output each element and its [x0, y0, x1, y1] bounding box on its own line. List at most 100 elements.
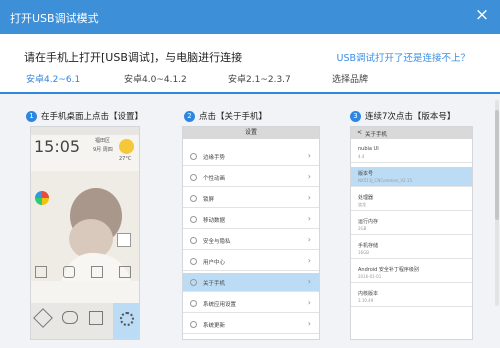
app-icon[interactable]: [117, 233, 131, 247]
settings-item-label: 移动数据: [203, 218, 226, 224]
chevron-right-icon: ›: [307, 214, 311, 223]
phone-about-screen: < 关于手机 nubia UI 4.4 版本号 NX511J_CNCommon_V2.…: [350, 126, 473, 340]
settings-header-bar: 设置: [183, 127, 319, 139]
tab-android-4-2[interactable]: 安卓4.2~6.1: [26, 72, 80, 85]
tab-android-2-1[interactable]: 安卓2.1~2.3.7: [228, 72, 291, 85]
date-label: 9月 周四: [93, 147, 113, 153]
back-icon[interactable]: <: [357, 129, 362, 136]
about-item-value: 3.10.49: [358, 298, 374, 303]
chevron-right-icon: ›: [307, 256, 311, 265]
app-grid: [31, 262, 139, 302]
phone-home-screen: 15:05 福田区 9月 周四 27°C: [30, 126, 140, 340]
step-text: 在手机桌面上点击【设置】: [41, 112, 144, 122]
store-icon[interactable]: [91, 266, 103, 278]
window-title: 打开USB调试模式: [10, 12, 99, 25]
close-icon[interactable]: ×: [472, 5, 492, 25]
about-item[interactable]: 版本号 NX511J_CNCommon_V2.15: [351, 167, 472, 187]
grid-app-icon[interactable]: [35, 266, 47, 278]
chevron-right-icon: ›: [307, 298, 311, 307]
settings-item[interactable]: 系统更新 ›: [183, 315, 319, 334]
calculator-icon[interactable]: [119, 266, 131, 278]
chat-icon[interactable]: [62, 311, 78, 324]
phone-settings-screen: 设置 边缘手势 › 个性动画 › 锁屏 › 移动数据 › 安全与隐私 › 用户中心 › 关于手机 › 系统应…: [182, 126, 320, 340]
about-item-value: 2GB: [358, 226, 367, 231]
chevron-right-icon: ›: [307, 235, 311, 244]
scrollbar-thumb[interactable]: [495, 110, 499, 220]
settings-item-icon: [190, 153, 197, 160]
square-icon[interactable]: [89, 311, 103, 325]
about-header-bar: < 关于手机: [351, 127, 472, 139]
scrollbar[interactable]: [495, 100, 499, 306]
about-item-value: 4.4: [358, 154, 365, 159]
about-header: 关于手机: [365, 132, 388, 138]
about-item-label: 处理器: [358, 195, 374, 201]
step-text: 连续7次点击【版本号】: [365, 112, 456, 122]
step-number: 3: [350, 111, 361, 122]
about-item-label: Android 安全补丁程序级别: [358, 267, 419, 273]
status-bar: [31, 127, 139, 135]
pencil-icon[interactable]: [33, 308, 53, 328]
chevron-right-icon: ›: [307, 319, 311, 328]
settings-item[interactable]: 边缘手势 ›: [183, 147, 319, 166]
chevron-right-icon: ›: [307, 151, 311, 160]
chevron-right-icon: ›: [307, 277, 311, 286]
clock-time: 15:05: [34, 137, 81, 156]
settings-item[interactable]: 关于手机 ›: [183, 273, 319, 292]
title-bar: 打开USB调试模式 ×: [0, 0, 500, 34]
chevron-right-icon: ›: [307, 172, 311, 181]
temperature-label: 27°C: [119, 156, 132, 162]
about-item[interactable]: nubia UI 4.4: [351, 143, 472, 163]
about-item-value: 骁龙: [358, 202, 366, 207]
settings-item-label: 锁屏: [203, 197, 215, 203]
step-number: 2: [184, 111, 195, 122]
about-item[interactable]: 运行内存 2GB: [351, 215, 472, 235]
weather-icon: [119, 139, 134, 154]
about-item[interactable]: 处理器 骁龙: [351, 191, 472, 211]
browser-icon[interactable]: [35, 191, 49, 205]
instruction-heading: 请在手机上打开[USB调试]，与电脑进行连接: [24, 51, 243, 64]
tab-select-brand[interactable]: 选择品牌: [332, 72, 368, 85]
help-link[interactable]: USB调试打开了还是连接不上？: [336, 50, 470, 64]
settings-item[interactable]: 个性动画 ›: [183, 168, 319, 187]
step-number: 1: [26, 111, 37, 122]
settings-item-label: 关于手机: [203, 281, 226, 287]
location-label: 福田区: [95, 138, 111, 144]
settings-item-icon: [190, 258, 197, 265]
window: 打开USB调试模式 × 请在手机上打开[USB调试]，与电脑进行连接 USB调试…: [0, 0, 500, 348]
settings-item[interactable]: 系统应用设置 ›: [183, 294, 319, 313]
settings-item-label: 安全与隐私: [203, 239, 231, 245]
about-item-label: 版本号: [358, 171, 374, 177]
settings-item-icon: [190, 300, 197, 307]
tab-android-4-0[interactable]: 安卓4.0~4.1.2: [124, 72, 187, 85]
about-item[interactable]: 手机存储 16GB: [351, 239, 472, 259]
settings-item-icon: [190, 174, 197, 181]
dock: [31, 303, 139, 339]
about-item-value: 2016-01-01: [358, 274, 382, 279]
about-item[interactable]: Android 安全补丁程序级别 2016-01-01: [351, 263, 472, 283]
about-item-label: nubia UI: [358, 146, 379, 152]
settings-item-icon: [190, 279, 197, 286]
settings-item-icon: [190, 237, 197, 244]
settings-item[interactable]: 移动数据 ›: [183, 210, 319, 229]
about-item-value: NX511J_CNCommon_V2.15: [358, 178, 412, 183]
gear-icon: [120, 312, 134, 326]
settings-header: 设置: [244, 129, 257, 136]
settings-item-icon: [190, 216, 197, 223]
about-item[interactable]: 内核版本 3.10.49: [351, 287, 472, 307]
settings-item-label: 个性动画: [203, 176, 226, 182]
step-1-label: 1 在手机桌面上点击【设置】: [26, 110, 143, 122]
settings-item[interactable]: 用户中心 ›: [183, 252, 319, 271]
step-3-label: 3 连续7次点击【版本号】: [350, 110, 455, 122]
about-item-value: 16GB: [358, 250, 369, 255]
settings-item[interactable]: 安全与隐私 ›: [183, 231, 319, 250]
settings-app[interactable]: [113, 303, 139, 339]
settings-item-icon: [190, 195, 197, 202]
contacts-icon[interactable]: [63, 266, 75, 278]
settings-item-label: 系统更新: [203, 323, 226, 329]
step-text: 点击【关于手机】: [199, 112, 268, 122]
step-2-label: 2 点击【关于手机】: [184, 110, 267, 122]
settings-item-icon: [190, 321, 197, 328]
settings-item[interactable]: 锁屏 ›: [183, 189, 319, 208]
about-item-label: 内核版本: [358, 291, 379, 297]
about-item-label: 手机存储: [358, 243, 379, 249]
